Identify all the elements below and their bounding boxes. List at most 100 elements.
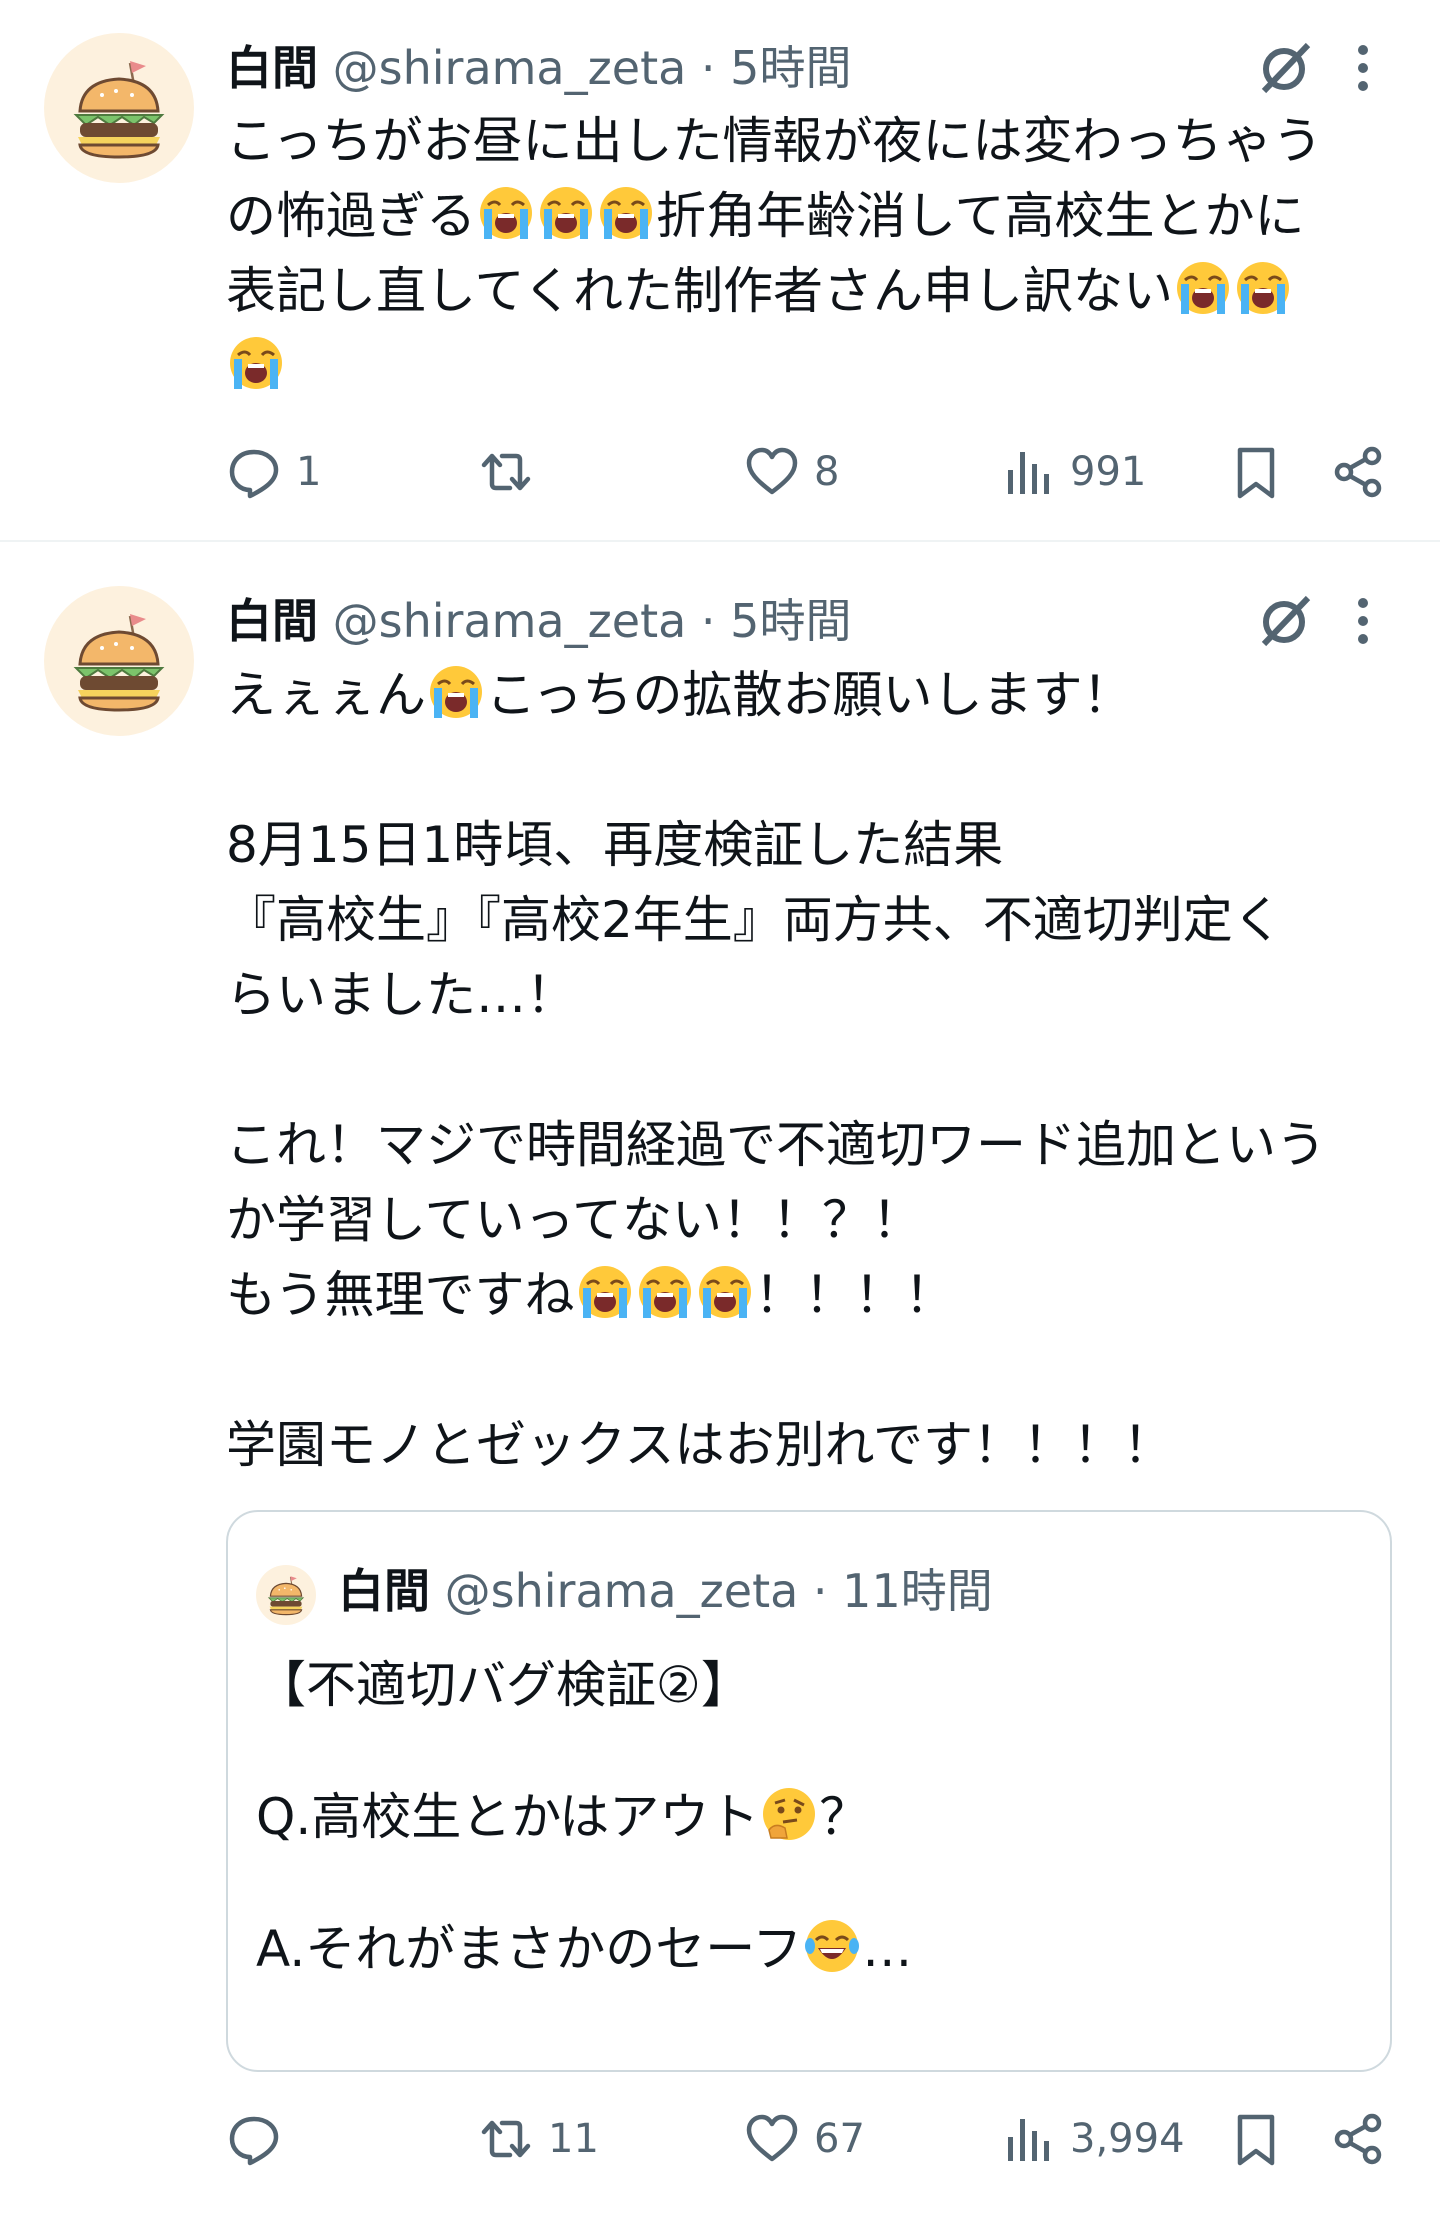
tweet-text-segment: こっちの拡散お願いします！ (486, 666, 1133, 724)
reply-icon (226, 444, 282, 500)
loudly-crying-face-emoji (637, 1264, 693, 1320)
tweet-text-segment: の怖過ぎる (226, 187, 476, 245)
quoted-timestamp: 11時間 (842, 1564, 993, 1618)
loudly-crying-face-emoji (697, 1264, 753, 1320)
quote-text-segment: Q.高校生とかはアウト (256, 1788, 760, 1846)
tweet-1[interactable]: 白間 @shirama_zeta · 5時間 こっちがお昼に出した情報が夜には変… (0, 0, 1440, 542)
views-button[interactable]: 3,994 (1000, 2104, 1185, 2174)
tweet-line: 8月15日1時頃、再度検証した結果 (226, 816, 1004, 874)
views-icon (1000, 444, 1056, 500)
quoted-author-handle: @shirama_zeta (444, 1564, 799, 1618)
quote-line: 【不適切バグ検証②】 (256, 1656, 751, 1714)
tweet-line: の怖過ぎる 折角年齢消して高校生とかに (226, 179, 1426, 254)
tweet-line: らいました…！ (226, 966, 576, 1024)
loudly-crying-face-emoji (228, 335, 284, 391)
retweet-count: 11 (548, 2116, 599, 2162)
tweet-text: こっちがお昼に出した情報が夜には変わっちゃう の怖過ぎる 折角年齢消して高校生とか… (226, 104, 1426, 404)
grok-icon[interactable] (1250, 33, 1320, 103)
retweet-button[interactable]: 11 (478, 2104, 599, 2174)
meta-dot: · (686, 41, 731, 95)
quoted-tweet-text: 【不適切バグ検証②】 Q.高校生とかはアウト ？ A.それがまさかのセーフ… (256, 1652, 912, 1982)
hamburger-avatar-icon[interactable] (44, 33, 194, 183)
grok-icon[interactable] (1250, 586, 1320, 656)
meta-dot: · (798, 1564, 843, 1618)
author-name[interactable]: 白間 (226, 594, 318, 648)
author-name[interactable]: 白間 (226, 41, 318, 95)
views-icon (1000, 2111, 1056, 2167)
tweet-line: もう無理ですね ！！！！ (226, 1258, 1426, 1333)
like-count: 67 (814, 2116, 865, 2162)
tweet-line: 学園モノとゼックスはお別れです！！！！ (226, 1416, 1173, 1474)
action-bar: 11 67 3,994 (226, 2104, 1386, 2174)
reply-icon (226, 2111, 282, 2167)
tweet-text-segment: ！！！！ (754, 1266, 955, 1324)
quoted-tweet-header: 白間 @shirama_zeta · 11時間 (256, 1556, 993, 1626)
quote-text-segment: … (862, 1920, 913, 1978)
timestamp[interactable]: 5時間 (730, 41, 851, 95)
loudly-crying-face-emoji (577, 1264, 633, 1320)
bookmark-button[interactable] (1228, 437, 1284, 507)
tweet-text: えぇぇん こっちの拡散お願いします！ 8月15日1時頃、再度検証した結果 『高校生… (226, 658, 1426, 1483)
tweet-line: か学習していってない！！？！ (226, 1191, 922, 1249)
tweet-text-segment: えぇぇん (226, 666, 426, 724)
loudly-crying-face-emoji (428, 664, 484, 720)
view-count: 3,994 (1070, 2116, 1185, 2162)
timestamp[interactable]: 5時間 (730, 594, 851, 648)
loudly-crying-face-emoji (478, 185, 534, 241)
hamburger-avatar-icon[interactable] (44, 586, 194, 736)
retweet-icon (478, 2111, 534, 2167)
loudly-crying-face-emoji (1175, 260, 1231, 316)
bookmark-icon (1228, 444, 1284, 500)
tweet-line: こっちがお昼に出した情報が夜には変わっちゃう (226, 112, 1323, 170)
quoted-tweet[interactable]: 白間 @shirama_zeta · 11時間 【不適切バグ検証②】 Q.高校生… (226, 1510, 1392, 2072)
quoted-author-name: 白間 (338, 1564, 430, 1618)
like-button[interactable]: 8 (744, 437, 839, 507)
tweet-2[interactable]: 白間 @shirama_zeta · 5時間 えぇぇん こっちの拡散お願いします！… (0, 542, 1440, 2218)
quote-line: A.それがまさかのセーフ… (256, 1916, 912, 1982)
bookmark-button[interactable] (1228, 2104, 1284, 2174)
heart-icon (744, 444, 800, 500)
like-count: 8 (814, 449, 840, 495)
tweet-line (226, 329, 1426, 404)
tweet-line: これ！マジで時間経過で不適切ワード追加という (226, 1116, 1326, 1174)
bookmark-icon (1228, 2111, 1284, 2167)
loudly-crying-face-emoji (1235, 260, 1291, 316)
action-bar: 1 8 991 (226, 437, 1386, 507)
tweet-header: 白間 @shirama_zeta · 5時間 (226, 33, 1270, 103)
author-handle[interactable]: @shirama_zeta (333, 594, 687, 648)
loudly-crying-face-emoji (598, 185, 654, 241)
like-button[interactable]: 67 (744, 2104, 865, 2174)
quote-line: Q.高校生とかはアウト ？ (256, 1784, 912, 1850)
loudly-crying-face-emoji (538, 185, 594, 241)
tears-of-joy-emoji (804, 1918, 860, 1974)
share-icon (1330, 2111, 1386, 2167)
retweet-button[interactable] (478, 437, 548, 507)
more-icon[interactable] (1338, 586, 1388, 656)
tweet-line: 『高校生』『高校2年生』両方共、不適切判定く (226, 891, 1283, 949)
heart-icon (744, 2111, 800, 2167)
reply-button[interactable]: 1 (226, 437, 321, 507)
tweet-text-segment: もう無理ですね (226, 1266, 575, 1324)
tweet-text-segment: 折角年齢消して高校生とかに (656, 187, 1305, 245)
share-button[interactable] (1330, 2104, 1386, 2174)
reply-count: 1 (296, 449, 322, 495)
reply-button[interactable] (226, 2104, 296, 2174)
tweet-line: 表記し直してくれた制作者さん申し訳ない (226, 254, 1426, 329)
hamburger-avatar-icon (256, 1564, 316, 1625)
share-button[interactable] (1330, 437, 1386, 507)
share-icon (1330, 444, 1386, 500)
quote-text-segment: ？ (819, 1788, 870, 1846)
more-icon[interactable] (1338, 33, 1388, 103)
tweet-text-segment: 表記し直してくれた制作者さん申し訳ない (226, 262, 1173, 320)
thinking-face-emoji (761, 1786, 817, 1842)
tweet-header: 白間 @shirama_zeta · 5時間 (226, 586, 1270, 656)
meta-dot: · (686, 594, 731, 648)
views-button[interactable]: 991 (1000, 437, 1146, 507)
author-handle[interactable]: @shirama_zeta (333, 41, 687, 95)
retweet-icon (478, 444, 534, 500)
